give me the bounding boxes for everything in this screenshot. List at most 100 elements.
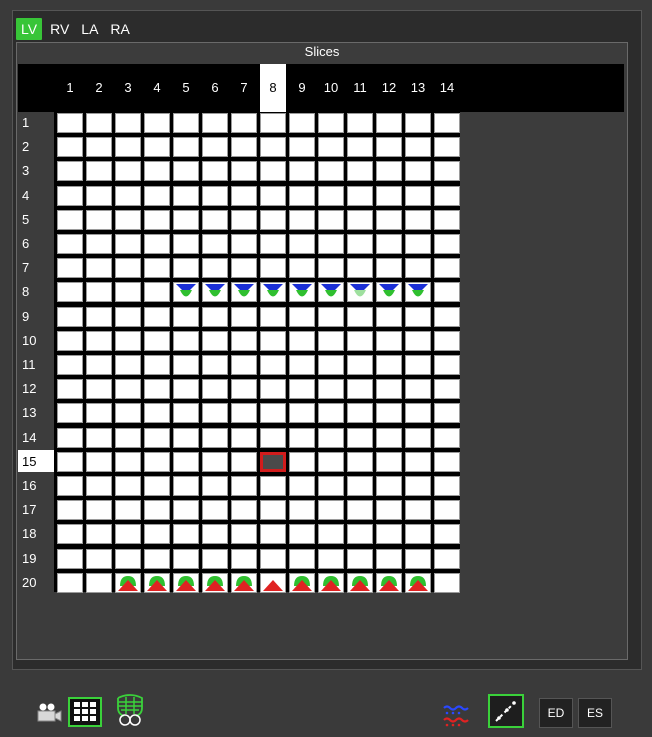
phase-row-17[interactable]: 17 — [18, 498, 54, 520]
grid-cell[interactable] — [231, 572, 257, 593]
grid-cell[interactable] — [173, 524, 199, 545]
phase-row-1[interactable]: 1 — [18, 111, 54, 133]
selected-cell[interactable] — [260, 451, 286, 472]
grid-cell[interactable] — [318, 500, 344, 521]
phase-row-15[interactable]: 15 — [18, 449, 56, 472]
grid-cell[interactable] — [57, 476, 83, 496]
tab-rv[interactable]: RV — [46, 18, 73, 40]
grid-cell[interactable] — [202, 427, 228, 448]
grid-cell[interactable] — [115, 282, 141, 303]
grid-cell[interactable] — [57, 451, 83, 472]
grid-cell[interactable] — [202, 330, 228, 351]
grid-cell[interactable] — [57, 161, 83, 182]
grid-cell[interactable] — [144, 137, 170, 158]
grid-cell[interactable] — [144, 500, 170, 521]
heart-contour-button[interactable] — [110, 694, 150, 728]
grid-cell[interactable] — [405, 137, 431, 158]
grid-cell[interactable] — [57, 572, 83, 593]
grid-cell[interactable] — [405, 258, 431, 279]
grid-cell[interactable] — [260, 258, 286, 279]
grid-cell[interactable] — [86, 524, 112, 545]
grid-cell[interactable] — [434, 113, 460, 133]
grid-cell[interactable] — [347, 403, 373, 424]
grid-cell[interactable] — [347, 306, 373, 327]
grid-cell[interactable] — [260, 476, 286, 496]
grid-cell[interactable] — [289, 403, 315, 424]
grid-cell[interactable] — [86, 548, 112, 569]
grid-cell[interactable] — [405, 524, 431, 545]
slice-column-9[interactable]: 9 — [289, 64, 315, 112]
grid-cell[interactable] — [173, 113, 199, 133]
grid-cell[interactable] — [260, 500, 286, 521]
grid-cell[interactable] — [434, 355, 460, 375]
grid-cell[interactable] — [115, 427, 141, 448]
grid-cell[interactable] — [202, 113, 228, 133]
grid-cell[interactable] — [231, 330, 257, 351]
grid-cell[interactable] — [376, 355, 402, 375]
grid-cell[interactable] — [57, 427, 83, 448]
grid-cell[interactable] — [144, 451, 170, 472]
grid-cell[interactable] — [144, 330, 170, 351]
grid-cell[interactable] — [260, 403, 286, 424]
grid-cell[interactable] — [231, 185, 257, 206]
grid-cell[interactable] — [202, 355, 228, 375]
grid-cell[interactable] — [202, 524, 228, 545]
grid-cell[interactable] — [202, 282, 228, 303]
grid-cell[interactable] — [405, 476, 431, 496]
slice-column-1[interactable]: 1 — [57, 64, 83, 112]
grid-cell[interactable] — [347, 113, 373, 133]
grid-cell[interactable] — [144, 185, 170, 206]
grid-cell[interactable] — [318, 355, 344, 375]
grid-cell[interactable] — [434, 476, 460, 496]
grid-cell[interactable] — [347, 161, 373, 182]
grid-cell[interactable] — [115, 572, 141, 593]
phase-row-13[interactable]: 13 — [18, 401, 54, 423]
grid-cell[interactable] — [434, 282, 460, 303]
grid-cell[interactable] — [376, 572, 402, 593]
phase-row-2[interactable]: 2 — [18, 135, 54, 157]
grid-cell[interactable] — [289, 137, 315, 158]
grid-cell[interactable] — [231, 137, 257, 158]
grid-cell[interactable] — [115, 403, 141, 424]
grid-cell[interactable] — [86, 355, 112, 375]
grid-cell[interactable] — [173, 137, 199, 158]
grid-cell[interactable] — [86, 113, 112, 133]
grid-cell[interactable] — [144, 282, 170, 303]
grid-cell[interactable] — [289, 113, 315, 133]
grid-cell[interactable] — [318, 403, 344, 424]
grid-cell[interactable] — [289, 524, 315, 545]
tab-lv[interactable]: LV — [16, 18, 43, 40]
grid-cell[interactable] — [144, 258, 170, 279]
grid-cell[interactable] — [86, 137, 112, 158]
grid-cell[interactable] — [173, 258, 199, 279]
grid-cell[interactable] — [173, 379, 199, 400]
phase-row-18[interactable]: 18 — [18, 522, 54, 544]
grid-cell[interactable] — [318, 427, 344, 448]
phase-row-10[interactable]: 10 — [18, 329, 54, 351]
grid-cell[interactable] — [57, 209, 83, 230]
grid-cell[interactable] — [173, 451, 199, 472]
grid-cell[interactable] — [144, 427, 170, 448]
grid-cell[interactable] — [86, 306, 112, 327]
grid-cell[interactable] — [289, 161, 315, 182]
grid-cell[interactable] — [173, 427, 199, 448]
slice-column-7[interactable]: 7 — [231, 64, 257, 112]
grid-cell[interactable] — [57, 306, 83, 327]
grid-cell[interactable] — [347, 476, 373, 496]
slice-column-3[interactable]: 3 — [115, 64, 141, 112]
grid-cell[interactable] — [115, 185, 141, 206]
grid-cell[interactable] — [144, 476, 170, 496]
grid-cell[interactable] — [86, 258, 112, 279]
grid-cell[interactable] — [202, 500, 228, 521]
grid-cell[interactable] — [86, 234, 112, 254]
grid-cell[interactable] — [144, 572, 170, 593]
grid-cell[interactable] — [202, 137, 228, 158]
grid-cell[interactable] — [86, 185, 112, 206]
grid-cell[interactable] — [86, 572, 112, 593]
grid-cell[interactable] — [57, 379, 83, 400]
grid-cell[interactable] — [434, 137, 460, 158]
slice-column-4[interactable]: 4 — [144, 64, 170, 112]
grid-cell[interactable] — [289, 258, 315, 279]
legend-button[interactable] — [440, 700, 474, 728]
grid-cell[interactable] — [347, 209, 373, 230]
